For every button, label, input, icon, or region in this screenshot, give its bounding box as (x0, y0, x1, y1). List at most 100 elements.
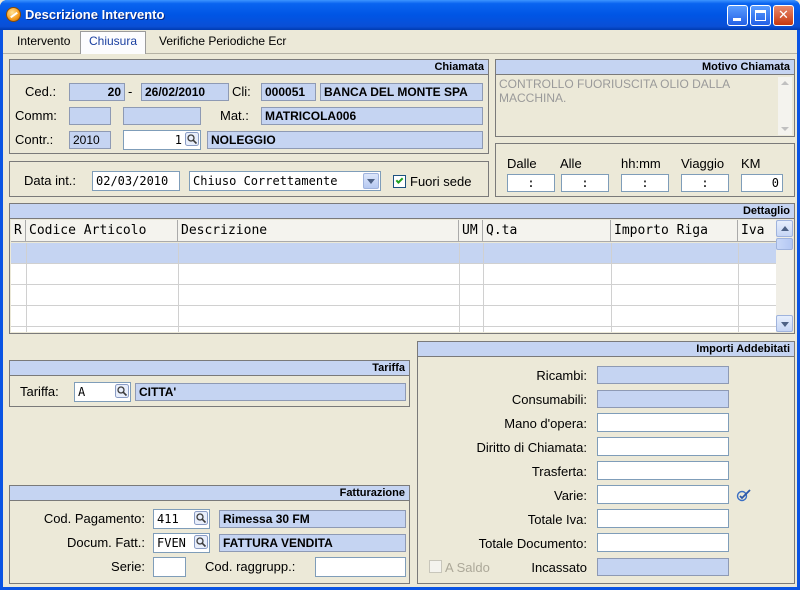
docum-fatt-desc[interactable]: FATTURA VENDITA (219, 534, 406, 552)
tab-intervento[interactable]: Intervento (9, 32, 78, 53)
contr-year-field[interactable]: 2010 (69, 131, 111, 149)
tariffa-header: Tariffa (10, 361, 409, 376)
column-header-importo-riga[interactable]: Importo Riga (611, 220, 738, 242)
column-header-qta[interactable]: Q.ta (483, 220, 611, 242)
column-header-descrizione[interactable]: Descrizione (178, 220, 459, 242)
grid-line (611, 243, 612, 332)
column-header-iva[interactable]: Iva (738, 220, 778, 242)
alle-label: Alle (560, 156, 582, 171)
ced-number-field[interactable]: 20 (69, 83, 125, 101)
column-header-r[interactable]: R (11, 220, 26, 242)
close-button[interactable]: ✕ (773, 5, 794, 26)
varie-label: Varie: (554, 488, 587, 503)
hhmm-label: hh:mm (621, 156, 661, 171)
tab-verifiche-periodiche[interactable]: Verifiche Periodiche Ecr (151, 32, 294, 53)
chevron-down-icon[interactable] (363, 173, 379, 189)
dalle-field[interactable]: : (507, 174, 555, 192)
contr-number-field[interactable]: 1 (123, 130, 201, 150)
data-int-field[interactable]: 02/03/2010 (92, 171, 180, 191)
fuori-sede-checkbox[interactable] (393, 175, 406, 188)
app-icon (6, 7, 21, 22)
lookup-icon[interactable] (185, 132, 199, 146)
diritto-chiamata-field[interactable] (597, 437, 729, 456)
consumabili-field[interactable] (597, 390, 729, 408)
table-row[interactable] (11, 306, 776, 327)
lookup-icon[interactable] (194, 511, 208, 525)
lookup-icon[interactable] (194, 535, 208, 549)
trasferta-field[interactable] (597, 461, 729, 480)
column-header-codice-articolo[interactable]: Codice Articolo (26, 220, 178, 242)
cli-code-field[interactable]: 000051 (261, 83, 316, 101)
incassato-field[interactable] (597, 558, 729, 576)
grid-line (26, 243, 27, 332)
cod-pagamento-field[interactable]: 411 (153, 509, 210, 529)
importi-addebitati-header: Importi Addebitati (418, 342, 794, 357)
column-header-um[interactable]: UM (459, 220, 483, 242)
incassato-label: Incassato (531, 560, 587, 575)
totale-iva-field[interactable] (597, 509, 729, 528)
tariffa-desc-field[interactable]: CITTA' (135, 383, 406, 401)
minimize-icon (733, 18, 741, 21)
dettaglio-panel: Dettaglio R Codice Articolo Descrizione … (9, 203, 795, 334)
orari-panel: Dalle : Alle : hh:mm : Viaggio : KM 0 (495, 143, 795, 197)
tab-chiusura[interactable]: Chiusura (80, 31, 147, 54)
totale-documento-field[interactable] (597, 533, 729, 552)
ced-separator: - (128, 84, 133, 99)
maximize-button[interactable] (750, 5, 771, 26)
cli-name-field[interactable]: BANCA DEL MONTE SPA (320, 83, 483, 101)
table-row[interactable] (11, 243, 776, 264)
tariffa-code-value: A (78, 385, 86, 399)
motivo-scrollbar[interactable] (778, 77, 792, 135)
ced-date-field[interactable]: 26/02/2010 (141, 83, 229, 101)
dettaglio-scrollbar[interactable] (776, 220, 793, 332)
dettaglio-header: Dettaglio (10, 204, 794, 219)
totale-documento-label: Totale Documento: (478, 536, 587, 551)
close-icon: ✕ (778, 8, 789, 23)
minimize-button[interactable] (727, 5, 748, 26)
scroll-up-icon[interactable] (781, 81, 789, 85)
dettaglio-grid-header: R Codice Articolo Descrizione UM Q.ta Im… (11, 220, 776, 242)
cod-raggrupp-label: Cod. raggrupp.: (205, 559, 296, 574)
motivo-chiamata-text[interactable]: CONTROLLO FUORIUSCITA OLIO DALLA MACCHIN… (497, 77, 778, 135)
grid-line (459, 243, 460, 332)
contr-desc-field[interactable]: NOLEGGIO (207, 131, 483, 149)
docum-fatt-label: Docum. Fatt.: (66, 535, 145, 550)
ced-label: Ced.: (25, 84, 57, 99)
table-row[interactable] (11, 285, 776, 306)
trasferta-label: Trasferta: (531, 464, 587, 479)
ricambi-field[interactable] (597, 366, 729, 384)
a-saldo-checkbox[interactable] (429, 560, 442, 573)
validate-icon[interactable] (736, 488, 752, 502)
cod-raggrupp-field[interactable] (315, 557, 406, 577)
fatturazione-header: Fatturazione (10, 486, 409, 501)
status-select[interactable]: Chiuso Correttamente (189, 171, 381, 191)
docum-fatt-field[interactable]: FVEN (153, 533, 210, 553)
mano-opera-label: Mano d'opera: (504, 416, 587, 431)
dettaglio-grid-body[interactable] (11, 243, 776, 332)
scroll-thumb[interactable] (776, 238, 793, 250)
table-row[interactable] (11, 264, 776, 285)
scroll-up-button[interactable] (776, 220, 793, 237)
tariffa-panel: Tariffa Tariffa: A CITTA' (9, 360, 410, 407)
viaggio-label: Viaggio (681, 156, 725, 171)
scroll-down-button[interactable] (776, 315, 793, 332)
serie-field[interactable] (153, 557, 186, 577)
viaggio-field[interactable]: : (681, 174, 729, 192)
tariffa-code-field[interactable]: A (74, 382, 131, 402)
cod-pagamento-desc[interactable]: Rimessa 30 FM (219, 510, 406, 528)
comm-field-1[interactable] (69, 107, 111, 125)
varie-field[interactable] (597, 485, 729, 504)
mano-opera-field[interactable] (597, 413, 729, 432)
diritto-chiamata-label: Diritto di Chiamata: (476, 440, 587, 455)
comm-field-2[interactable] (123, 107, 201, 125)
mat-field[interactable]: MATRICOLA006 (261, 107, 483, 125)
hhmm-field[interactable]: : (621, 174, 669, 192)
lookup-icon[interactable] (115, 384, 129, 398)
title-bar[interactable]: Descrizione Intervento ✕ (0, 0, 800, 30)
scroll-down-icon[interactable] (781, 127, 789, 131)
window-title: Descrizione Intervento (25, 7, 165, 22)
window-client: Intervento Chiusura Verifiche Periodiche… (3, 30, 797, 587)
km-field[interactable]: 0 (741, 174, 783, 192)
check-icon (395, 176, 404, 184)
alle-field[interactable]: : (561, 174, 609, 192)
